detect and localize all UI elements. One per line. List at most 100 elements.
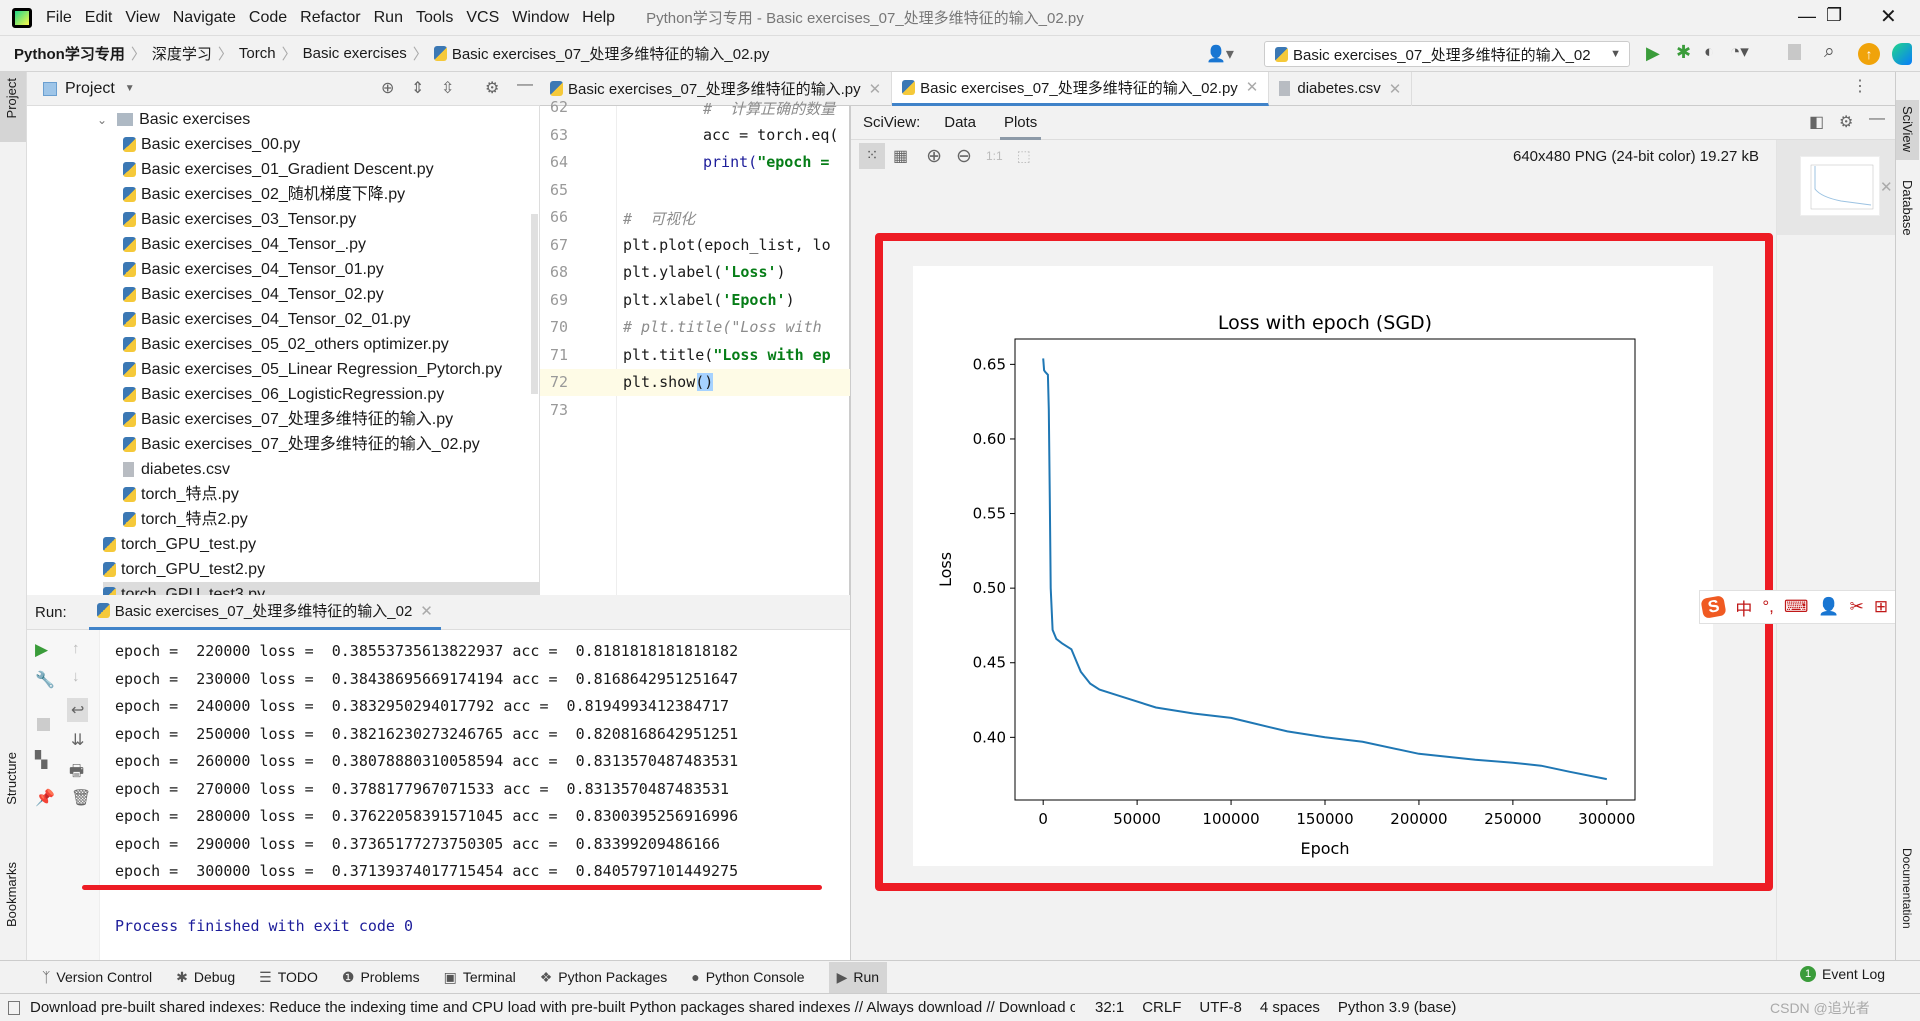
stop-icon[interactable] bbox=[1788, 44, 1801, 60]
zoom-out-icon[interactable]: ⊖ bbox=[956, 145, 972, 168]
grid-icon[interactable]: ▦ bbox=[893, 146, 908, 166]
close-thumbnail-icon[interactable]: ✕ bbox=[1880, 178, 1893, 196]
update-icon[interactable]: ↑ bbox=[1858, 43, 1880, 65]
run-icon[interactable]: ▶ bbox=[1646, 43, 1660, 64]
code-editor[interactable]: 62 # 计算正确的数量 63 acc = torch.eq(64 print("epo… bbox=[540, 98, 850, 595]
tree-item[interactable]: Basic exercises_07_处理多维特征的输入_02.py bbox=[123, 432, 480, 457]
tree-item[interactable]: Basic exercises_02_随机梯度下降.py bbox=[123, 182, 405, 207]
tree-item[interactable]: Basic exercises_04_Tensor_02.py bbox=[123, 282, 384, 307]
menu-vcs[interactable]: VCS bbox=[466, 9, 499, 27]
apps-icon[interactable]: ⊞ bbox=[1874, 597, 1888, 617]
collapse-all-icon[interactable]: ⇳ bbox=[441, 78, 454, 98]
locate-icon[interactable]: ⊕ bbox=[381, 78, 394, 98]
tree-item[interactable]: torch_GPU_test2.py bbox=[103, 557, 265, 582]
plot-thumbnail[interactable] bbox=[1800, 156, 1880, 216]
soft-wrap-icon[interactable]: ↩ bbox=[67, 698, 89, 722]
scissors-icon[interactable]: ✂ bbox=[1850, 597, 1864, 617]
editor-tab[interactable]: Basic exercises_07_处理多维特征的输入_02.py ✕ bbox=[892, 71, 1270, 106]
hide-icon[interactable]: — bbox=[517, 76, 533, 94]
stop-icon[interactable] bbox=[37, 718, 50, 731]
fit-window-icon[interactable]: ⬚ bbox=[1017, 147, 1031, 165]
menu-file[interactable]: File bbox=[46, 9, 72, 27]
gear-icon[interactable]: ⚙ bbox=[1839, 112, 1853, 132]
file-encoding[interactable]: UTF-8 bbox=[1199, 999, 1242, 1016]
project-panel-title[interactable]: Project bbox=[65, 80, 115, 98]
ime-punctuation[interactable]: °, bbox=[1762, 597, 1774, 617]
menu-run[interactable]: Run bbox=[374, 9, 403, 27]
menu-tools[interactable]: Tools bbox=[416, 9, 453, 27]
zoom-in-icon[interactable]: ⊕ bbox=[926, 145, 942, 168]
menu-navigate[interactable]: Navigate bbox=[173, 9, 236, 27]
close-tab-icon[interactable]: ✕ bbox=[1389, 80, 1402, 98]
tool-tab-problems[interactable]: ❶ Problems bbox=[342, 969, 420, 986]
close-button[interactable]: ✕ bbox=[1880, 4, 1897, 29]
run-tab[interactable]: Basic exercises_07_处理多维特征的输入_02 ✕ bbox=[88, 595, 441, 630]
hide-icon[interactable]: — bbox=[1869, 110, 1885, 128]
tool-tab-terminal[interactable]: ▣ Terminal bbox=[444, 969, 516, 986]
breadcrumb-project[interactable]: Python学习专用 bbox=[14, 43, 125, 64]
project-tool-button[interactable]: Project bbox=[0, 72, 26, 142]
pin-icon[interactable]: 📌 bbox=[35, 788, 55, 808]
notification-icon[interactable] bbox=[8, 1000, 20, 1015]
tree-item[interactable]: Basic exercises_00.py bbox=[123, 132, 300, 157]
close-tab-icon[interactable]: ✕ bbox=[869, 80, 882, 98]
tool-tab-debug[interactable]: ✱ Debug bbox=[176, 969, 235, 986]
tool-tab-python-packages[interactable]: ❖ Python Packages bbox=[540, 969, 668, 986]
python-interpreter[interactable]: Python 3.9 (base) bbox=[1338, 999, 1456, 1016]
tab-plots[interactable]: Plots bbox=[999, 106, 1042, 140]
scroll-to-end-icon[interactable]: ⇊ bbox=[71, 730, 84, 750]
documentation-tool-button[interactable]: Documentation bbox=[1896, 842, 1918, 939]
tree-item[interactable]: Basic exercises_05_02_others optimizer.p… bbox=[123, 332, 449, 357]
tool-tab-run[interactable]: ▶ Run bbox=[828, 961, 888, 993]
tree-item[interactable]: Basic exercises_07_处理多维特征的输入.py bbox=[123, 407, 453, 432]
print-icon[interactable]: 🖶 bbox=[69, 760, 84, 787]
run-config-select[interactable]: Basic exercises_07_处理多维特征的输入_02 ▼ bbox=[1264, 41, 1630, 67]
tree-item[interactable]: Basic exercises_05_Linear Regression_Pyt… bbox=[123, 357, 502, 382]
user-icon[interactable]: 👤 bbox=[1818, 597, 1839, 617]
bookmarks-tool-button[interactable]: Bookmarks bbox=[4, 862, 19, 931]
trash-icon[interactable]: 🗑 bbox=[71, 788, 91, 808]
indent-setting[interactable]: 4 spaces bbox=[1260, 999, 1320, 1016]
line-separator[interactable]: CRLF bbox=[1142, 999, 1181, 1016]
keyboard-icon[interactable]: ⌨ bbox=[1784, 597, 1809, 617]
tool-tab-todo[interactable]: ☰ TODO bbox=[259, 969, 318, 986]
tree-item[interactable]: torch_特点.py bbox=[123, 482, 239, 507]
down-icon[interactable]: ↓ bbox=[72, 668, 80, 685]
fit-icon[interactable]: ⁙ bbox=[859, 143, 885, 169]
breadcrumb-item[interactable]: 深度学习 bbox=[152, 43, 212, 64]
actual-size-icon[interactable]: 1:1 bbox=[986, 149, 1003, 163]
tree-item[interactable]: torch_特点2.py bbox=[123, 507, 248, 532]
database-tool-button[interactable]: Database bbox=[1896, 174, 1919, 246]
tree-item[interactable]: torch_GPU_test.py bbox=[103, 532, 256, 557]
menu-code[interactable]: Code bbox=[249, 9, 287, 27]
layout-icon[interactable]: ▚ bbox=[35, 750, 47, 770]
editor-tab[interactable]: diabetes.csv ✕ bbox=[1269, 71, 1413, 106]
close-tab-icon[interactable]: ✕ bbox=[1246, 78, 1259, 96]
structure-tool-button[interactable]: Structure bbox=[4, 752, 19, 809]
breadcrumb-item[interactable]: Torch bbox=[239, 45, 276, 62]
tree-item[interactable]: ⌄ Basic exercises bbox=[97, 107, 250, 132]
restore-button[interactable]: ❐ bbox=[1826, 5, 1842, 26]
event-log-button[interactable]: 1 Event Log bbox=[1800, 966, 1885, 982]
jetbrains-icon[interactable] bbox=[1892, 43, 1912, 65]
tool-tab-version-control[interactable]: ᛉ Version Control bbox=[42, 969, 152, 985]
tool-tab-python-console[interactable]: ● Python Console bbox=[691, 969, 804, 985]
chevron-down-icon[interactable]: ▼ bbox=[125, 83, 135, 94]
scrollbar[interactable] bbox=[531, 214, 538, 394]
minimize-button[interactable]: — bbox=[1798, 6, 1816, 27]
debug-icon[interactable]: ✱ bbox=[1676, 42, 1691, 63]
user-icon[interactable]: 👤▾ bbox=[1206, 44, 1234, 64]
coverage-icon[interactable]: ◐ bbox=[1704, 42, 1714, 62]
search-icon[interactable]: ⌕ bbox=[1824, 41, 1835, 63]
caret-position[interactable]: 32:1 bbox=[1095, 999, 1124, 1016]
tree-item[interactable]: Basic exercises_03_Tensor.py bbox=[123, 207, 356, 232]
tree-item[interactable]: diabetes.csv bbox=[123, 457, 230, 482]
menu-help[interactable]: Help bbox=[582, 9, 615, 27]
more-icon[interactable]: ⋮ bbox=[1852, 76, 1868, 96]
tree-item[interactable]: Basic exercises_04_Tensor_.py bbox=[123, 232, 366, 257]
rerun-icon[interactable]: ▶ bbox=[35, 640, 48, 660]
menu-view[interactable]: View bbox=[125, 9, 159, 27]
ime-mode[interactable]: 中 bbox=[1735, 595, 1752, 620]
up-icon[interactable]: ↑ bbox=[72, 640, 80, 657]
wrench-icon[interactable]: 🔧 bbox=[35, 670, 55, 690]
